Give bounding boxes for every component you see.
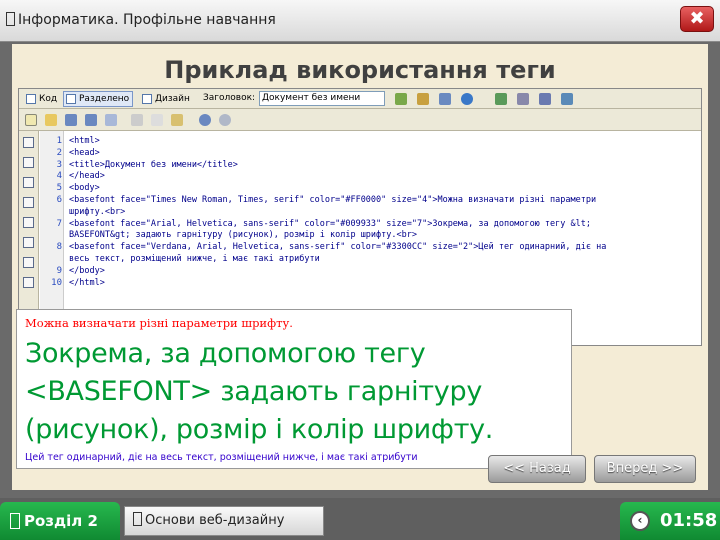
split-view-icon	[66, 94, 76, 104]
check-page-icon	[561, 93, 573, 105]
section-label: Розділ 2	[24, 512, 98, 530]
preview-line-blue: Цей тег одинарний, діє на весь текст, ро…	[25, 452, 418, 463]
print-icon	[105, 114, 117, 126]
close-icon: ✖	[689, 8, 705, 29]
code-line: </head>	[69, 171, 105, 182]
timer-panel: ‹ 01:58	[620, 502, 720, 540]
line-number: 6	[56, 195, 62, 205]
code-line: весь текст, розміщений нижче, і має такі…	[69, 254, 320, 264]
split-view-button: Разделено	[63, 91, 134, 107]
code-line: <basefont face="Verdana, Arial, Helvetic…	[69, 242, 607, 253]
refresh-icon	[495, 93, 507, 105]
new-file-icon	[25, 114, 37, 126]
line-number: 2	[56, 147, 62, 158]
code-line: <title>Документ без имени</title>	[69, 159, 238, 170]
preview-globe-icon	[461, 93, 473, 105]
redo-icon	[219, 114, 231, 126]
code-line: BASEFONT&gt; задають гарнітуру (рисунок)…	[69, 230, 417, 241]
timer-value: 01:58	[660, 510, 718, 531]
collapse-tag-icon	[23, 157, 34, 168]
code-view-icon	[26, 94, 36, 104]
open-documents-icon	[23, 137, 34, 148]
slide-frame: Інформатика. Профільне навчання ✖ Прикла…	[0, 0, 720, 540]
paste-icon	[171, 114, 183, 126]
editor-document-toolbar: Код Разделено Дизайн Заголовок: Документ…	[19, 89, 701, 109]
code-line: <html>	[69, 136, 100, 146]
line-numbers-icon	[23, 257, 34, 268]
design-view-button: Дизайн	[139, 91, 194, 107]
code-line: </body>	[69, 265, 105, 276]
editor-standard-toolbar	[19, 109, 701, 131]
code-line: шрифту.<br>	[69, 206, 126, 217]
course-tab[interactable]: Основи веб-дизайну	[124, 506, 324, 536]
line-number: 8	[56, 242, 62, 253]
save-all-icon	[85, 114, 97, 126]
browser-check-icon	[395, 93, 407, 105]
course-icon	[133, 512, 142, 526]
preview-line-green-3: (рисунок), розмір і колір шрифту.	[25, 414, 494, 445]
editor-screenshot: Код Разделено Дизайн Заголовок: Документ…	[18, 88, 702, 346]
window-title: Інформатика. Профільне навчання	[6, 12, 276, 28]
copy-icon	[151, 114, 163, 126]
window-title-text: Інформатика. Профільне навчання	[18, 12, 276, 28]
design-view-icon	[142, 94, 152, 104]
close-button[interactable]: ✖	[680, 6, 714, 32]
undo-icon	[199, 114, 211, 126]
code-line: <head>	[69, 147, 100, 158]
line-number: 3	[56, 159, 62, 170]
line-number: 9	[56, 265, 62, 276]
line-number: 5	[56, 183, 62, 194]
bottom-bar: Розділ 2 Основи веб-дизайну ‹ 01:58	[0, 498, 720, 540]
balance-braces-icon	[23, 237, 34, 248]
code-line: <basefont face="Times New Roman, Times, …	[69, 195, 597, 205]
preview-line-green-1: Зокрема, за допомогою тегу	[25, 338, 426, 369]
open-file-icon	[45, 114, 57, 126]
cut-icon	[131, 114, 143, 126]
visual-aids-icon	[539, 93, 551, 105]
code-line: </html>	[69, 277, 105, 288]
code-view-button: Код	[23, 91, 61, 107]
timer-icon[interactable]: ‹	[630, 511, 650, 531]
section-tab[interactable]: Розділ 2	[0, 502, 120, 540]
line-number: 7	[56, 218, 62, 229]
code-line: <basefont face="Arial, Helvetica, sans-s…	[69, 218, 591, 229]
select-parent-tag-icon	[23, 217, 34, 228]
code-line: <body>	[69, 183, 100, 194]
back-button[interactable]: << Назад	[488, 455, 586, 483]
expand-all-icon	[23, 197, 34, 208]
file-manage-icon	[439, 93, 451, 105]
save-icon	[65, 114, 77, 126]
section-icon	[10, 513, 20, 529]
rendered-preview: Можна визначати різні параметри шрифту. …	[16, 309, 572, 469]
view-options-icon	[517, 93, 529, 105]
collapse-selection-icon	[23, 177, 34, 188]
line-number: 1	[56, 136, 62, 146]
title-bar: Інформатика. Профільне навчання ✖	[0, 0, 720, 42]
preview-line-green-2: <BASEFONT> задають гарнітуру	[25, 376, 483, 407]
debug-icon	[417, 93, 429, 105]
preview-line-red: Можна визначати різні параметри шрифту.	[25, 316, 293, 330]
line-number: 10	[51, 277, 62, 288]
course-label: Основи веб-дизайну	[145, 513, 285, 528]
slide-heading: Приклад використання теги	[164, 56, 556, 84]
line-number: 4	[56, 171, 62, 182]
title-field-label: Заголовок:	[203, 93, 256, 103]
forward-button[interactable]: Вперед >>	[594, 455, 696, 483]
window-icon	[6, 12, 15, 26]
highlight-invalid-icon	[23, 277, 34, 288]
content-panel: Приклад використання теги Код Разделено …	[12, 44, 708, 490]
title-field: Документ без имени	[259, 91, 385, 106]
